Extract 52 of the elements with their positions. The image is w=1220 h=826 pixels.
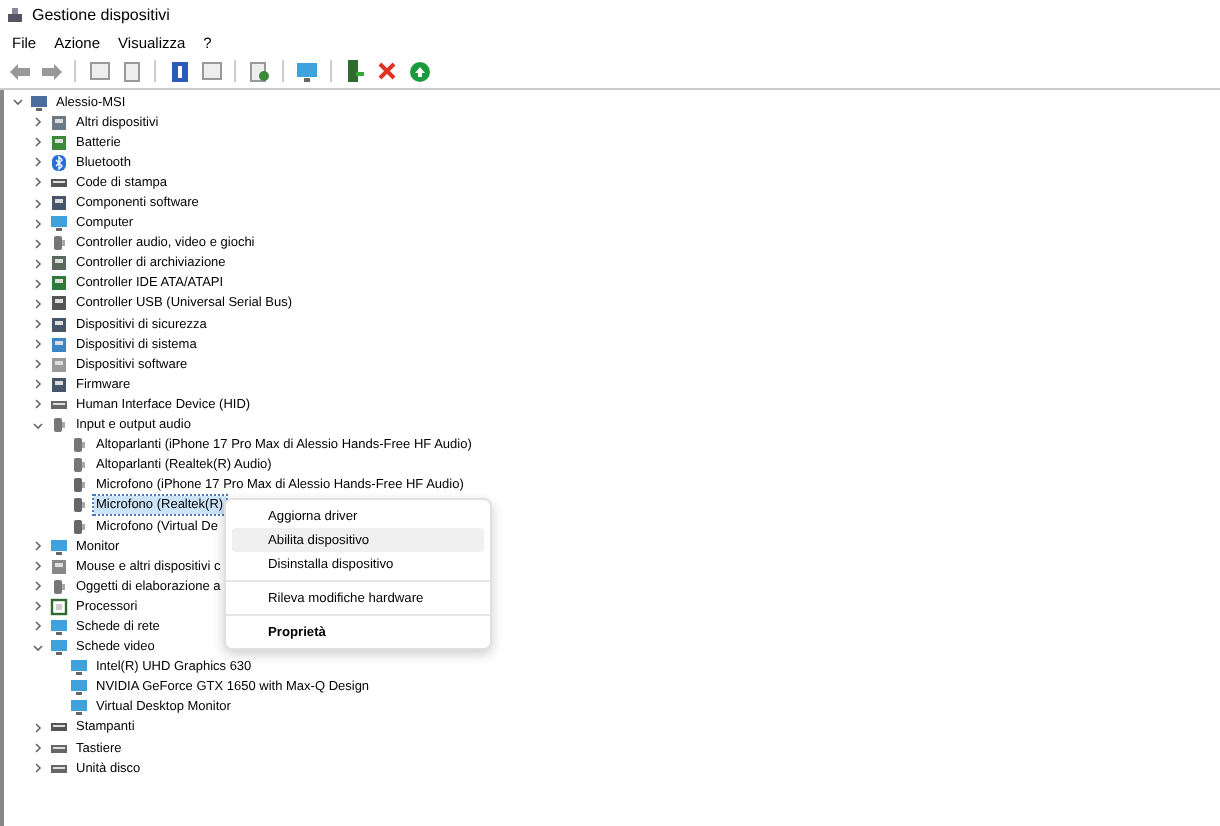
window-title: Gestione dispositivi bbox=[32, 6, 170, 24]
expand-chevron-icon[interactable] bbox=[32, 318, 44, 331]
bluetooth-icon bbox=[50, 153, 68, 172]
expand-chevron-icon[interactable] bbox=[32, 721, 44, 734]
speaker-icon bbox=[70, 436, 88, 455]
expand-chevron-icon[interactable] bbox=[32, 277, 44, 290]
expand-chevron-icon[interactable] bbox=[32, 217, 44, 230]
microphone-icon bbox=[70, 517, 88, 536]
expand-chevron-icon[interactable] bbox=[32, 237, 44, 250]
expand-chevron-icon[interactable] bbox=[32, 742, 44, 755]
expand-chevron-icon[interactable] bbox=[32, 156, 44, 169]
collapse-chevron-icon[interactable] bbox=[12, 96, 24, 109]
computer-icon bbox=[30, 93, 48, 112]
expand-chevron-icon[interactable] bbox=[32, 338, 44, 351]
app-icon bbox=[6, 6, 24, 24]
device-icon bbox=[50, 113, 68, 132]
expand-chevron-icon[interactable] bbox=[32, 257, 44, 270]
monitor-icon bbox=[70, 678, 88, 697]
expand-chevron-icon[interactable] bbox=[32, 176, 44, 189]
expand-chevron-icon[interactable] bbox=[32, 620, 44, 633]
expand-chevron-icon[interactable] bbox=[32, 580, 44, 593]
expand-chevron-icon[interactable] bbox=[32, 398, 44, 411]
enable-icon[interactable] bbox=[406, 58, 432, 84]
expand-chevron-icon[interactable] bbox=[32, 540, 44, 553]
speaker-icon bbox=[50, 577, 68, 596]
collapse-chevron-icon[interactable] bbox=[32, 419, 44, 432]
expand-chevron-icon[interactable] bbox=[32, 197, 44, 210]
expand-chevron-icon[interactable] bbox=[32, 297, 44, 310]
close-icon[interactable] bbox=[374, 58, 400, 84]
expand-chevron-icon[interactable] bbox=[32, 600, 44, 613]
forward-button[interactable] bbox=[38, 58, 64, 84]
expand-chevron-icon[interactable] bbox=[32, 762, 44, 775]
speaker-icon bbox=[50, 416, 68, 435]
monitor-icon bbox=[50, 214, 68, 233]
network-icon bbox=[50, 617, 68, 636]
expand-chevron-icon[interactable] bbox=[32, 116, 44, 129]
monitor-icon bbox=[70, 698, 88, 717]
speaker-icon bbox=[70, 456, 88, 475]
microphone-icon bbox=[70, 496, 88, 515]
collapse-chevron-icon[interactable] bbox=[32, 641, 44, 654]
monitor-icon bbox=[50, 537, 68, 556]
monitor-icon[interactable] bbox=[294, 58, 320, 84]
expand-chevron-icon[interactable] bbox=[32, 136, 44, 149]
help-icon[interactable] bbox=[166, 58, 192, 84]
processor-icon bbox=[50, 597, 68, 616]
monitor-icon bbox=[70, 658, 88, 677]
expand-chevron-icon[interactable] bbox=[32, 378, 44, 391]
expand-chevron-icon[interactable] bbox=[32, 560, 44, 573]
microphone-icon bbox=[70, 476, 88, 495]
monitor-icon bbox=[50, 638, 68, 657]
expand-chevron-icon[interactable] bbox=[32, 358, 44, 371]
speaker-icon bbox=[50, 234, 68, 253]
